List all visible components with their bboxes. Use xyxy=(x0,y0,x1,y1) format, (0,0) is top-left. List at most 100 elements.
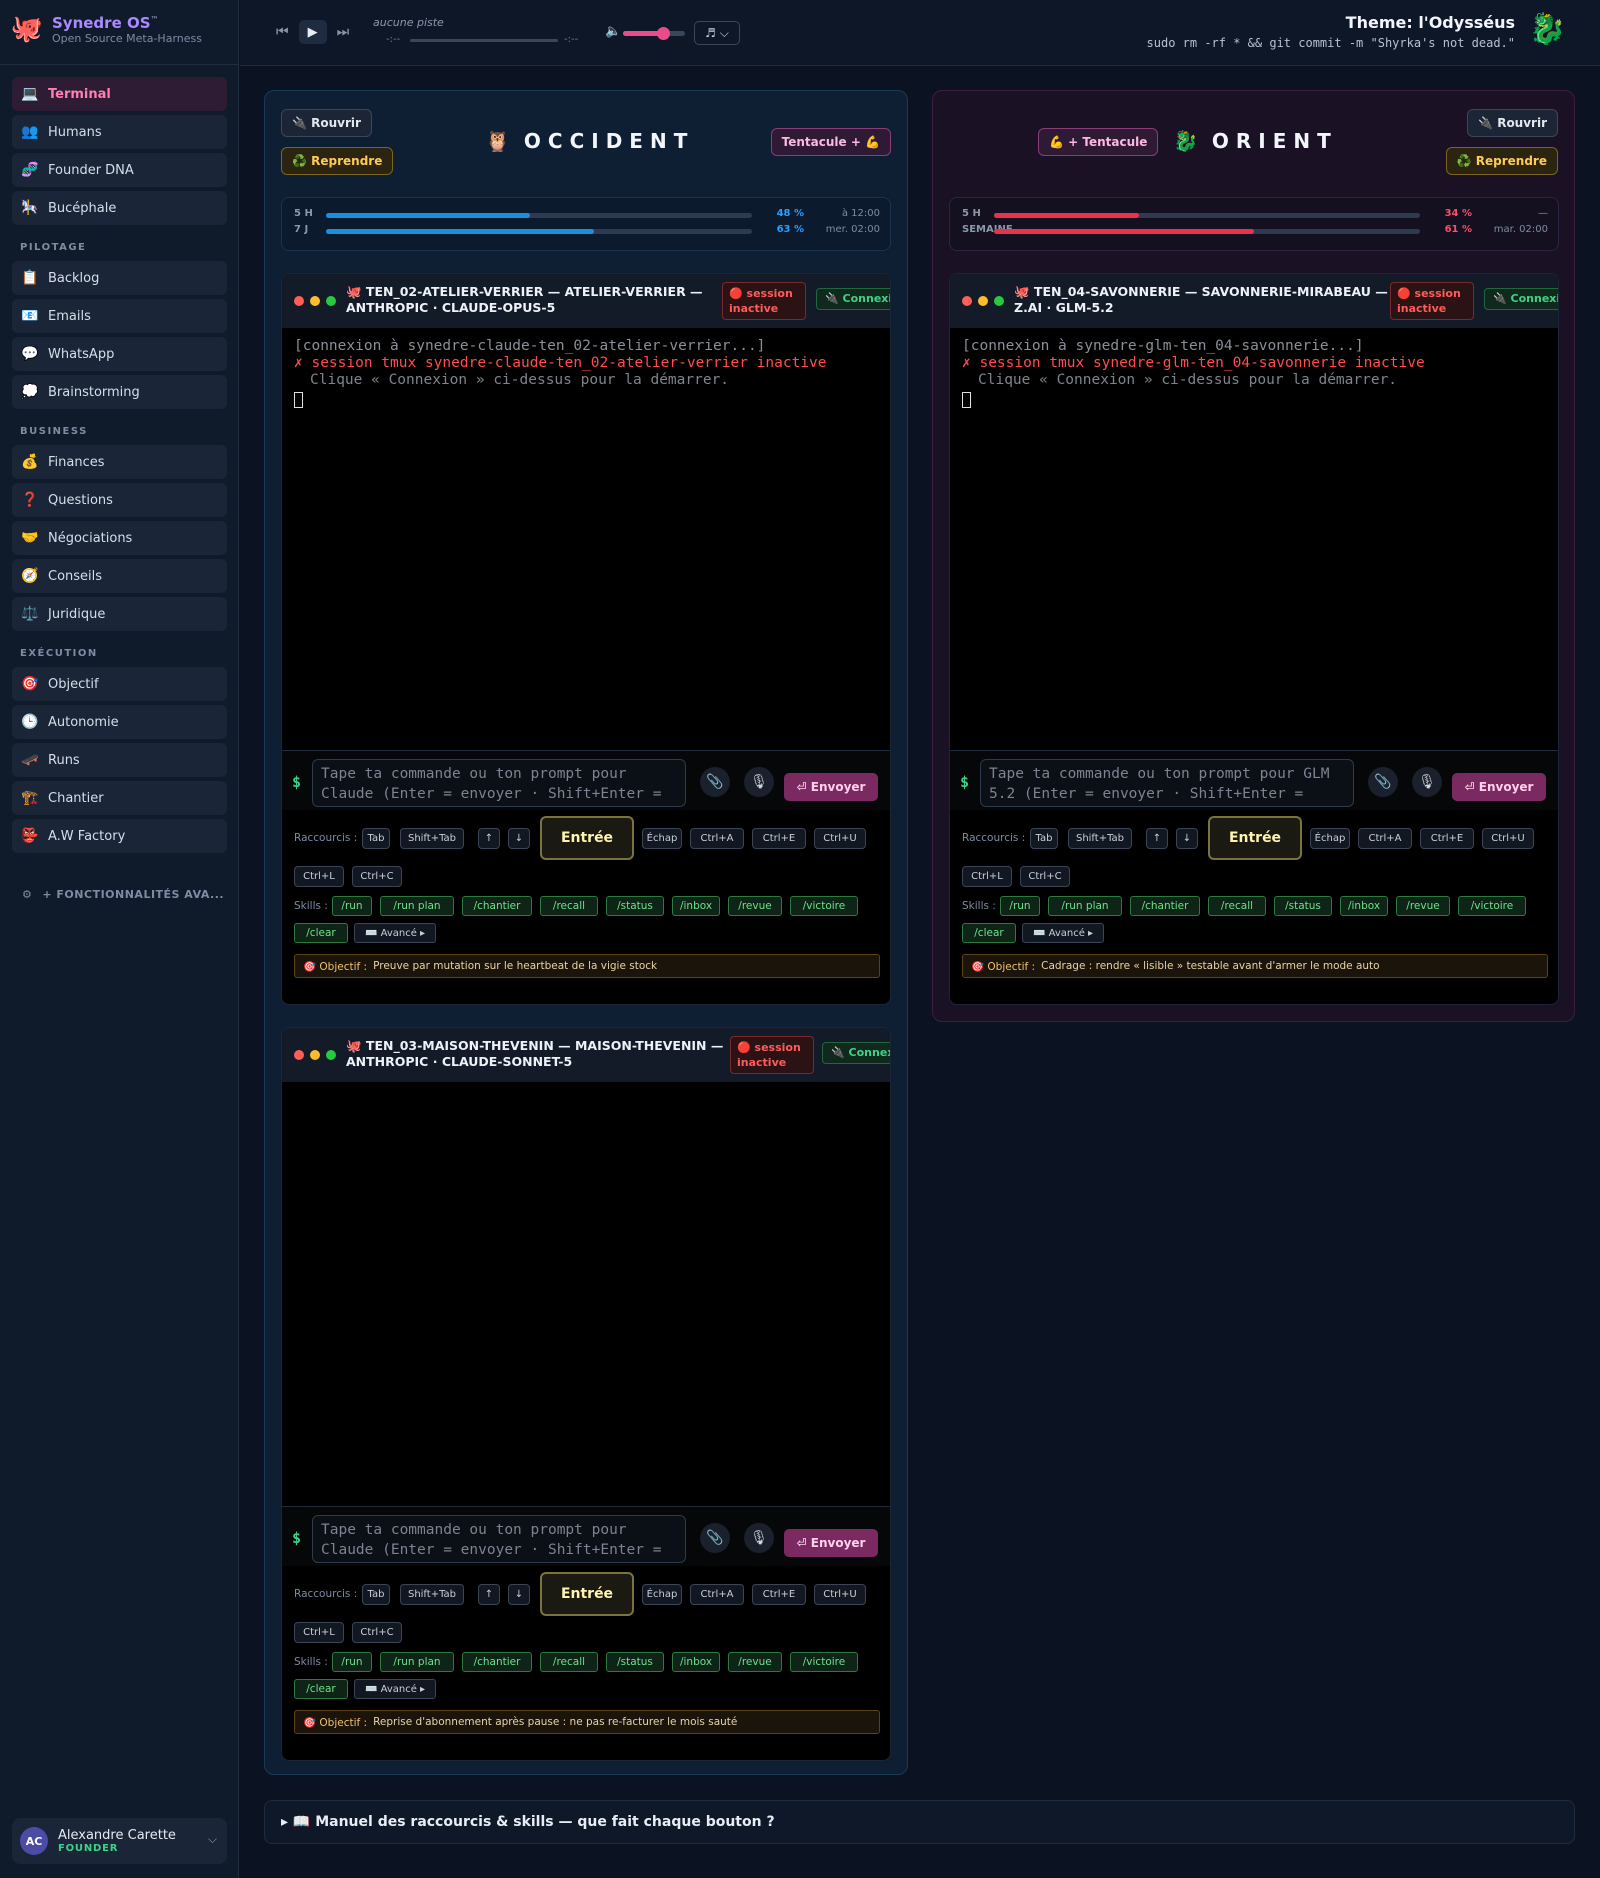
shortcut-key[interactable]: ↓ xyxy=(1176,828,1198,849)
skill-button[interactable]: /recall xyxy=(540,1652,598,1672)
maximize-dot-icon[interactable] xyxy=(326,1050,336,1060)
microphone-button[interactable]: 🎙 xyxy=(744,1523,774,1553)
send-button[interactable]: ⏎ Envoyer xyxy=(1452,773,1546,801)
prompt-input[interactable]: Tape ta commande ou ton prompt pour Clau… xyxy=(312,1515,686,1563)
skill-button[interactable]: /run xyxy=(332,896,372,916)
skill-button[interactable]: /victoire xyxy=(790,896,858,916)
shortcut-key[interactable]: Ctrl+C xyxy=(352,866,402,887)
skill-button[interactable]: /run xyxy=(1000,896,1040,916)
skill-button[interactable]: /run plan xyxy=(380,896,454,916)
close-dot-icon[interactable] xyxy=(294,296,304,306)
sidebar-item-runs[interactable]: 🛹 Runs xyxy=(12,743,227,777)
enter-key-button[interactable]: Entrée xyxy=(540,816,634,860)
connexion-button[interactable]: 🔌 Connexion xyxy=(822,1042,890,1064)
sidebar-item-terminal[interactable]: 💻 Terminal xyxy=(12,77,227,111)
shortcut-key[interactable]: Ctrl+C xyxy=(352,1622,402,1643)
shortcut-key[interactable]: Échap xyxy=(642,828,682,849)
shortcut-key[interactable]: Ctrl+A xyxy=(1358,828,1412,849)
sidebar-item-founder-dna[interactable]: 🧬 Founder DNA xyxy=(12,153,227,187)
volume-slider[interactable] xyxy=(623,27,685,40)
sidebar-item-a-w-factory[interactable]: 👺 A.W Factory xyxy=(12,819,227,853)
maximize-dot-icon[interactable] xyxy=(326,296,336,306)
skill-button[interactable]: /status xyxy=(1274,896,1332,916)
sidebar-item-n-gociations[interactable]: 🤝 Négociations xyxy=(12,521,227,555)
skill-button[interactable]: /inbox xyxy=(1340,896,1388,916)
sidebar-item-buc-phale[interactable]: 🎠 Bucéphale xyxy=(12,191,227,225)
minimize-dot-icon[interactable] xyxy=(310,1050,320,1060)
skill-button[interactable]: /revue xyxy=(1396,896,1450,916)
advanced-skills-button[interactable]: ⌨️ Avancé ▸ xyxy=(1022,923,1104,943)
shortcut-key[interactable]: Ctrl+L xyxy=(294,866,344,887)
skill-button[interactable]: /chantier xyxy=(1130,896,1200,916)
shortcut-key[interactable]: Ctrl+L xyxy=(294,1622,344,1643)
shortcut-key[interactable]: Ctrl+E xyxy=(752,828,806,849)
prompt-input[interactable]: Tape ta commande ou ton prompt pour GLM … xyxy=(980,759,1354,807)
close-dot-icon[interactable] xyxy=(294,1050,304,1060)
connexion-button[interactable]: 🔌 Connexion xyxy=(1484,288,1558,310)
skill-button[interactable]: /recall xyxy=(540,896,598,916)
brand[interactable]: 🐙 Synedre OS™ Open Source Meta-Harness xyxy=(10,12,202,46)
dragon-icon[interactable]: 🐉 xyxy=(1529,12,1566,47)
sidebar-item-juridique[interactable]: ⚖️ Juridique xyxy=(12,597,227,631)
skill-button[interactable]: /victoire xyxy=(790,1652,858,1672)
music-select[interactable]: ♬ ⌵ xyxy=(694,21,740,45)
advanced-skills-button[interactable]: ⌨️ Avancé ▸ xyxy=(354,923,436,943)
sidebar-item-questions[interactable]: ❓ Questions xyxy=(12,483,227,517)
maximize-dot-icon[interactable] xyxy=(994,296,1004,306)
attach-button[interactable]: 📎 xyxy=(700,1523,730,1553)
shortcut-key[interactable]: Ctrl+C xyxy=(1020,866,1070,887)
skill-button[interactable]: /run plan xyxy=(380,1652,454,1672)
track-progress-bar[interactable] xyxy=(410,39,558,42)
sidebar-item-whatsapp[interactable]: 💬 WhatsApp xyxy=(12,337,227,371)
add-tentacle-button[interactable]: 💪 + Tentacule xyxy=(1038,128,1159,156)
sidebar-item-brainstorming[interactable]: 💭 Brainstorming xyxy=(12,375,227,409)
terminal-output[interactable]: [connexion à synedre-claude-ten_02-ateli… xyxy=(282,328,890,423)
shortcut-key[interactable]: Shift+Tab xyxy=(400,828,464,849)
enter-key-button[interactable]: Entrée xyxy=(1208,816,1302,860)
sidebar-item-emails[interactable]: 📧 Emails xyxy=(12,299,227,333)
shortcut-key[interactable]: Ctrl+A xyxy=(690,1584,744,1605)
sidebar-item-conseils[interactable]: 🧭 Conseils xyxy=(12,559,227,593)
sidebar-item-backlog[interactable]: 📋 Backlog xyxy=(12,261,227,295)
shortcut-key[interactable]: Ctrl+U xyxy=(814,1584,866,1605)
shortcut-key[interactable]: Shift+Tab xyxy=(400,1584,464,1605)
attach-button[interactable]: 📎 xyxy=(1368,767,1398,797)
attach-button[interactable]: 📎 xyxy=(700,767,730,797)
sidebar-item-autonomie[interactable]: 🕒 Autonomie xyxy=(12,705,227,739)
play-button[interactable]: ▶ xyxy=(298,20,327,44)
skill-button[interactable]: /victoire xyxy=(1458,896,1526,916)
skill-button[interactable]: /clear xyxy=(294,1679,348,1699)
shortcut-key[interactable]: Ctrl+U xyxy=(814,828,866,849)
sidebar-item-objectif[interactable]: 🎯 Objectif xyxy=(12,667,227,701)
skill-button[interactable]: /recall xyxy=(1208,896,1266,916)
skill-button[interactable]: /run xyxy=(332,1652,372,1672)
shortcut-key[interactable]: Tab xyxy=(362,828,390,849)
previous-track-icon[interactable]: ⏮ xyxy=(276,24,289,40)
microphone-button[interactable]: 🎙 xyxy=(744,767,774,797)
connexion-button[interactable]: 🔌 Connexion xyxy=(816,288,890,310)
add-tentacle-button[interactable]: Tentacule + 💪 xyxy=(770,128,891,156)
shortcut-key[interactable]: ↓ xyxy=(508,828,530,849)
prompt-input[interactable]: Tape ta commande ou ton prompt pour Clau… xyxy=(312,759,686,807)
user-menu[interactable]: AC Alexandre Carette FOUNDER ⌵ xyxy=(12,1818,227,1864)
skill-button[interactable]: /clear xyxy=(962,923,1016,943)
skill-button[interactable]: /inbox xyxy=(672,896,720,916)
shortcut-key[interactable]: ↑ xyxy=(478,1584,500,1605)
close-dot-icon[interactable] xyxy=(962,296,972,306)
reprendre-button[interactable]: ♻️ Reprendre xyxy=(281,147,394,175)
skill-button[interactable]: /clear xyxy=(294,923,348,943)
reprendre-button[interactable]: ♻️ Reprendre xyxy=(1445,147,1558,175)
skill-button[interactable]: /revue xyxy=(728,1652,782,1672)
terminal-output[interactable]: [connexion à synedre-glm-ten_04-savonner… xyxy=(950,328,1558,423)
shortcut-key[interactable]: Ctrl+E xyxy=(752,1584,806,1605)
skill-button[interactable]: /chantier xyxy=(462,1652,532,1672)
rouvrir-button[interactable]: 🔌 Rouvrir xyxy=(1467,109,1558,137)
send-button[interactable]: ⏎ Envoyer xyxy=(784,773,878,801)
shortcut-key[interactable]: Échap xyxy=(642,1584,682,1605)
send-button[interactable]: ⏎ Envoyer xyxy=(784,1529,878,1557)
next-track-icon[interactable]: ⏭ xyxy=(337,24,350,40)
enter-key-button[interactable]: Entrée xyxy=(540,1572,634,1616)
shortcut-key[interactable]: Tab xyxy=(1030,828,1058,849)
sidebar-item-chantier[interactable]: 🏗️ Chantier xyxy=(12,781,227,815)
terminal-output[interactable] xyxy=(282,1082,890,1102)
